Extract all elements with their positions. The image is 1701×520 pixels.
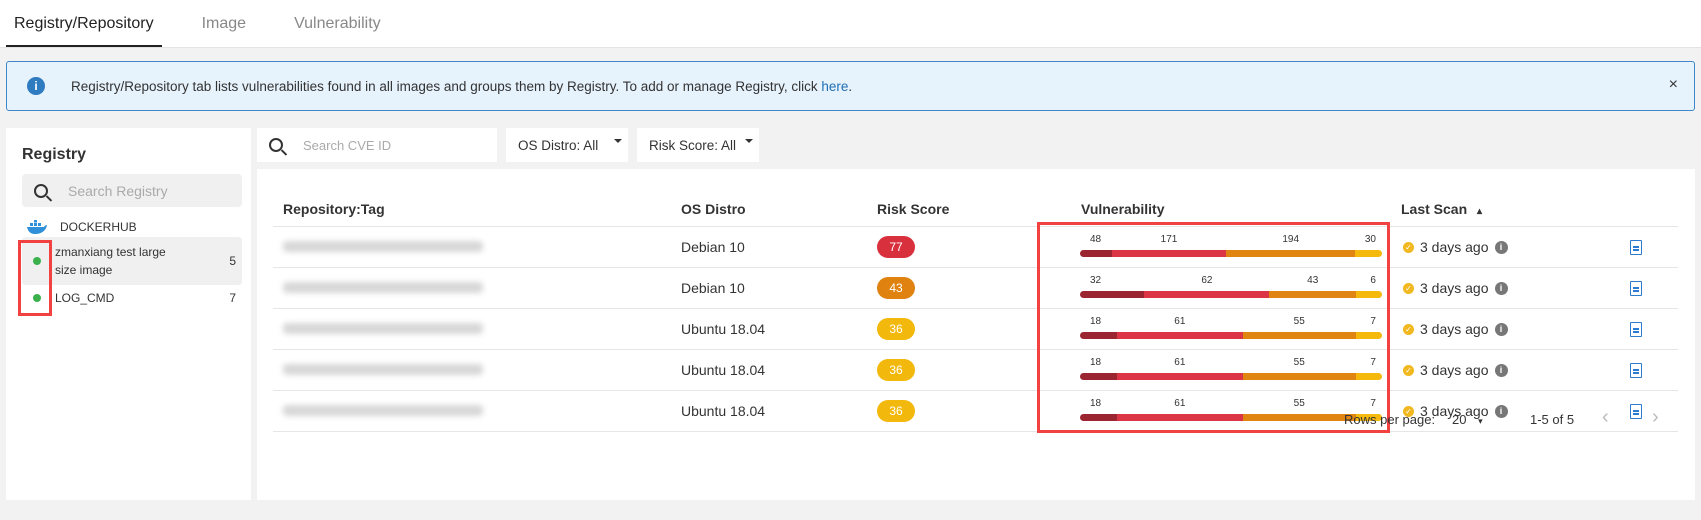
- search-icon: [269, 138, 283, 152]
- registry-item-label: zmanxiang test large size image: [55, 245, 166, 277]
- col-repository-tag[interactable]: Repository:Tag: [283, 201, 385, 217]
- risk-score-badge: 36: [877, 359, 915, 381]
- registry-item-count: 7: [229, 291, 236, 305]
- last-scan: ✓ 3 days ago i: [1403, 321, 1508, 337]
- registry-item[interactable]: LOG_CMD 7: [22, 286, 242, 310]
- info-icon[interactable]: i: [1494, 281, 1508, 295]
- rows-per-page-label: Rows per page:: [1344, 412, 1436, 427]
- page-range: 1-5 of 5: [1530, 412, 1575, 427]
- banner-text: Registry/Repository tab lists vulnerabil…: [71, 79, 852, 94]
- info-icon[interactable]: i: [1494, 363, 1508, 377]
- repository-tag-redacted[interactable]: [283, 241, 483, 252]
- report-document-icon[interactable]: [1630, 240, 1642, 255]
- last-scan-text: 3 days ago: [1420, 321, 1489, 337]
- registry-group-label: DOCKERHUB: [60, 220, 137, 234]
- registry-panel: Registry Search Registry DOCKERHUB zmanx…: [6, 128, 251, 500]
- check-icon: ✓: [1403, 282, 1414, 294]
- risk-score-badge: 36: [877, 318, 915, 340]
- report-document-icon[interactable]: [1630, 281, 1642, 296]
- risk-score-badge: 77: [877, 236, 915, 258]
- banner-period: .: [848, 78, 853, 94]
- rows-per-page-value: 20: [1452, 412, 1467, 427]
- col-risk-score[interactable]: Risk Score: [877, 201, 949, 217]
- last-scan: ✓ 3 days ago i: [1403, 362, 1508, 378]
- registry-group-dockerhub[interactable]: DOCKERHUB: [22, 220, 242, 234]
- here-link[interactable]: here: [821, 79, 848, 94]
- info-icon[interactable]: i: [1494, 322, 1508, 336]
- rows-per-page-select[interactable]: 20 ▾: [1452, 412, 1483, 427]
- repository-tag-redacted[interactable]: [283, 323, 483, 334]
- search-registry-input[interactable]: Search Registry: [22, 174, 242, 207]
- os-distro: Ubuntu 18.04: [681, 362, 766, 378]
- last-scan: ✓ 3 days ago i: [1403, 239, 1508, 255]
- report-document-icon[interactable]: [1630, 363, 1642, 378]
- risk-score-filter[interactable]: Risk Score: All: [637, 128, 759, 162]
- info-icon: i: [27, 77, 45, 95]
- report-document-icon[interactable]: [1630, 322, 1642, 337]
- os-distro: Debian 10: [681, 280, 745, 296]
- registry-item-label: LOG_CMD: [55, 291, 115, 305]
- search-cve-input[interactable]: Search CVE ID: [257, 128, 497, 162]
- check-icon: ✓: [1403, 241, 1414, 253]
- table-row[interactable]: Ubuntu 18.04 36 18 61 55 7 ✓ 3 days ago i: [257, 350, 1695, 391]
- os-distro: Debian 10: [681, 239, 745, 255]
- banner-message: Registry/Repository tab lists vulnerabil…: [71, 78, 822, 94]
- col-last-scan[interactable]: Last Scan ▴: [1401, 201, 1482, 217]
- registry-title: Registry: [22, 146, 87, 163]
- report-document-icon[interactable]: [1630, 404, 1642, 419]
- check-icon: ✓: [1403, 364, 1414, 376]
- repository-tag-redacted[interactable]: [283, 282, 483, 293]
- search-cve-placeholder: Search CVE ID: [303, 137, 392, 153]
- info-icon[interactable]: i: [1494, 240, 1508, 254]
- sort-asc-icon: ▴: [1477, 206, 1483, 217]
- tab-image[interactable]: Image: [194, 0, 254, 47]
- os-distro-filter[interactable]: OS Distro: All: [506, 128, 628, 162]
- repository-tag-redacted[interactable]: [283, 364, 483, 375]
- check-icon: ✓: [1403, 323, 1414, 335]
- os-distro: Ubuntu 18.04: [681, 321, 766, 337]
- close-icon[interactable]: ×: [1669, 76, 1678, 94]
- registry-item-count: 5: [229, 254, 236, 268]
- chevron-down-icon: ▾: [1478, 416, 1483, 426]
- risk-score-badge: 36: [877, 400, 915, 422]
- last-scan-text: 3 days ago: [1420, 280, 1489, 296]
- risk-score-badge: 43: [877, 277, 915, 299]
- prev-page-button[interactable]: ‹: [1602, 406, 1609, 429]
- last-scan-text: 3 days ago: [1420, 362, 1489, 378]
- os-distro: Ubuntu 18.04: [681, 403, 766, 419]
- highlight-box: [1037, 222, 1390, 433]
- tab-bar: Registry/Repository Image Vulnerability: [0, 0, 1701, 48]
- row-divider: [273, 431, 1678, 432]
- table-row[interactable]: Debian 10 77 48 171 194 30 ✓ 3 days ago i: [257, 227, 1695, 268]
- next-page-button[interactable]: ›: [1652, 406, 1659, 429]
- last-scan-text: 3 days ago: [1420, 239, 1489, 255]
- col-vulnerability[interactable]: Vulnerability: [1081, 201, 1165, 217]
- docker-icon: [27, 220, 47, 234]
- repository-table: Repository:Tag OS Distro Risk Score Vuln…: [257, 169, 1695, 500]
- tab-vulnerability[interactable]: Vulnerability: [286, 0, 389, 47]
- search-icon: [34, 183, 48, 198]
- col-last-scan-label: Last Scan: [1401, 201, 1468, 217]
- info-icon[interactable]: i: [1494, 404, 1508, 418]
- table-row[interactable]: Ubuntu 18.04 36 18 61 55 7 ✓ 3 days ago i: [257, 309, 1695, 350]
- tab-registry-repository[interactable]: Registry/Repository: [6, 0, 162, 47]
- last-scan: ✓ 3 days ago i: [1403, 280, 1508, 296]
- info-banner: i Registry/Repository tab lists vulnerab…: [6, 61, 1695, 111]
- repository-tag-redacted[interactable]: [283, 405, 483, 416]
- highlight-box: [18, 240, 52, 316]
- col-os-distro[interactable]: OS Distro: [681, 201, 746, 217]
- registry-item[interactable]: zmanxiang test large size image 5: [22, 237, 242, 285]
- table-row[interactable]: Debian 10 43 32 62 43 6 ✓ 3 days ago i: [257, 268, 1695, 309]
- search-registry-placeholder: Search Registry: [68, 182, 168, 199]
